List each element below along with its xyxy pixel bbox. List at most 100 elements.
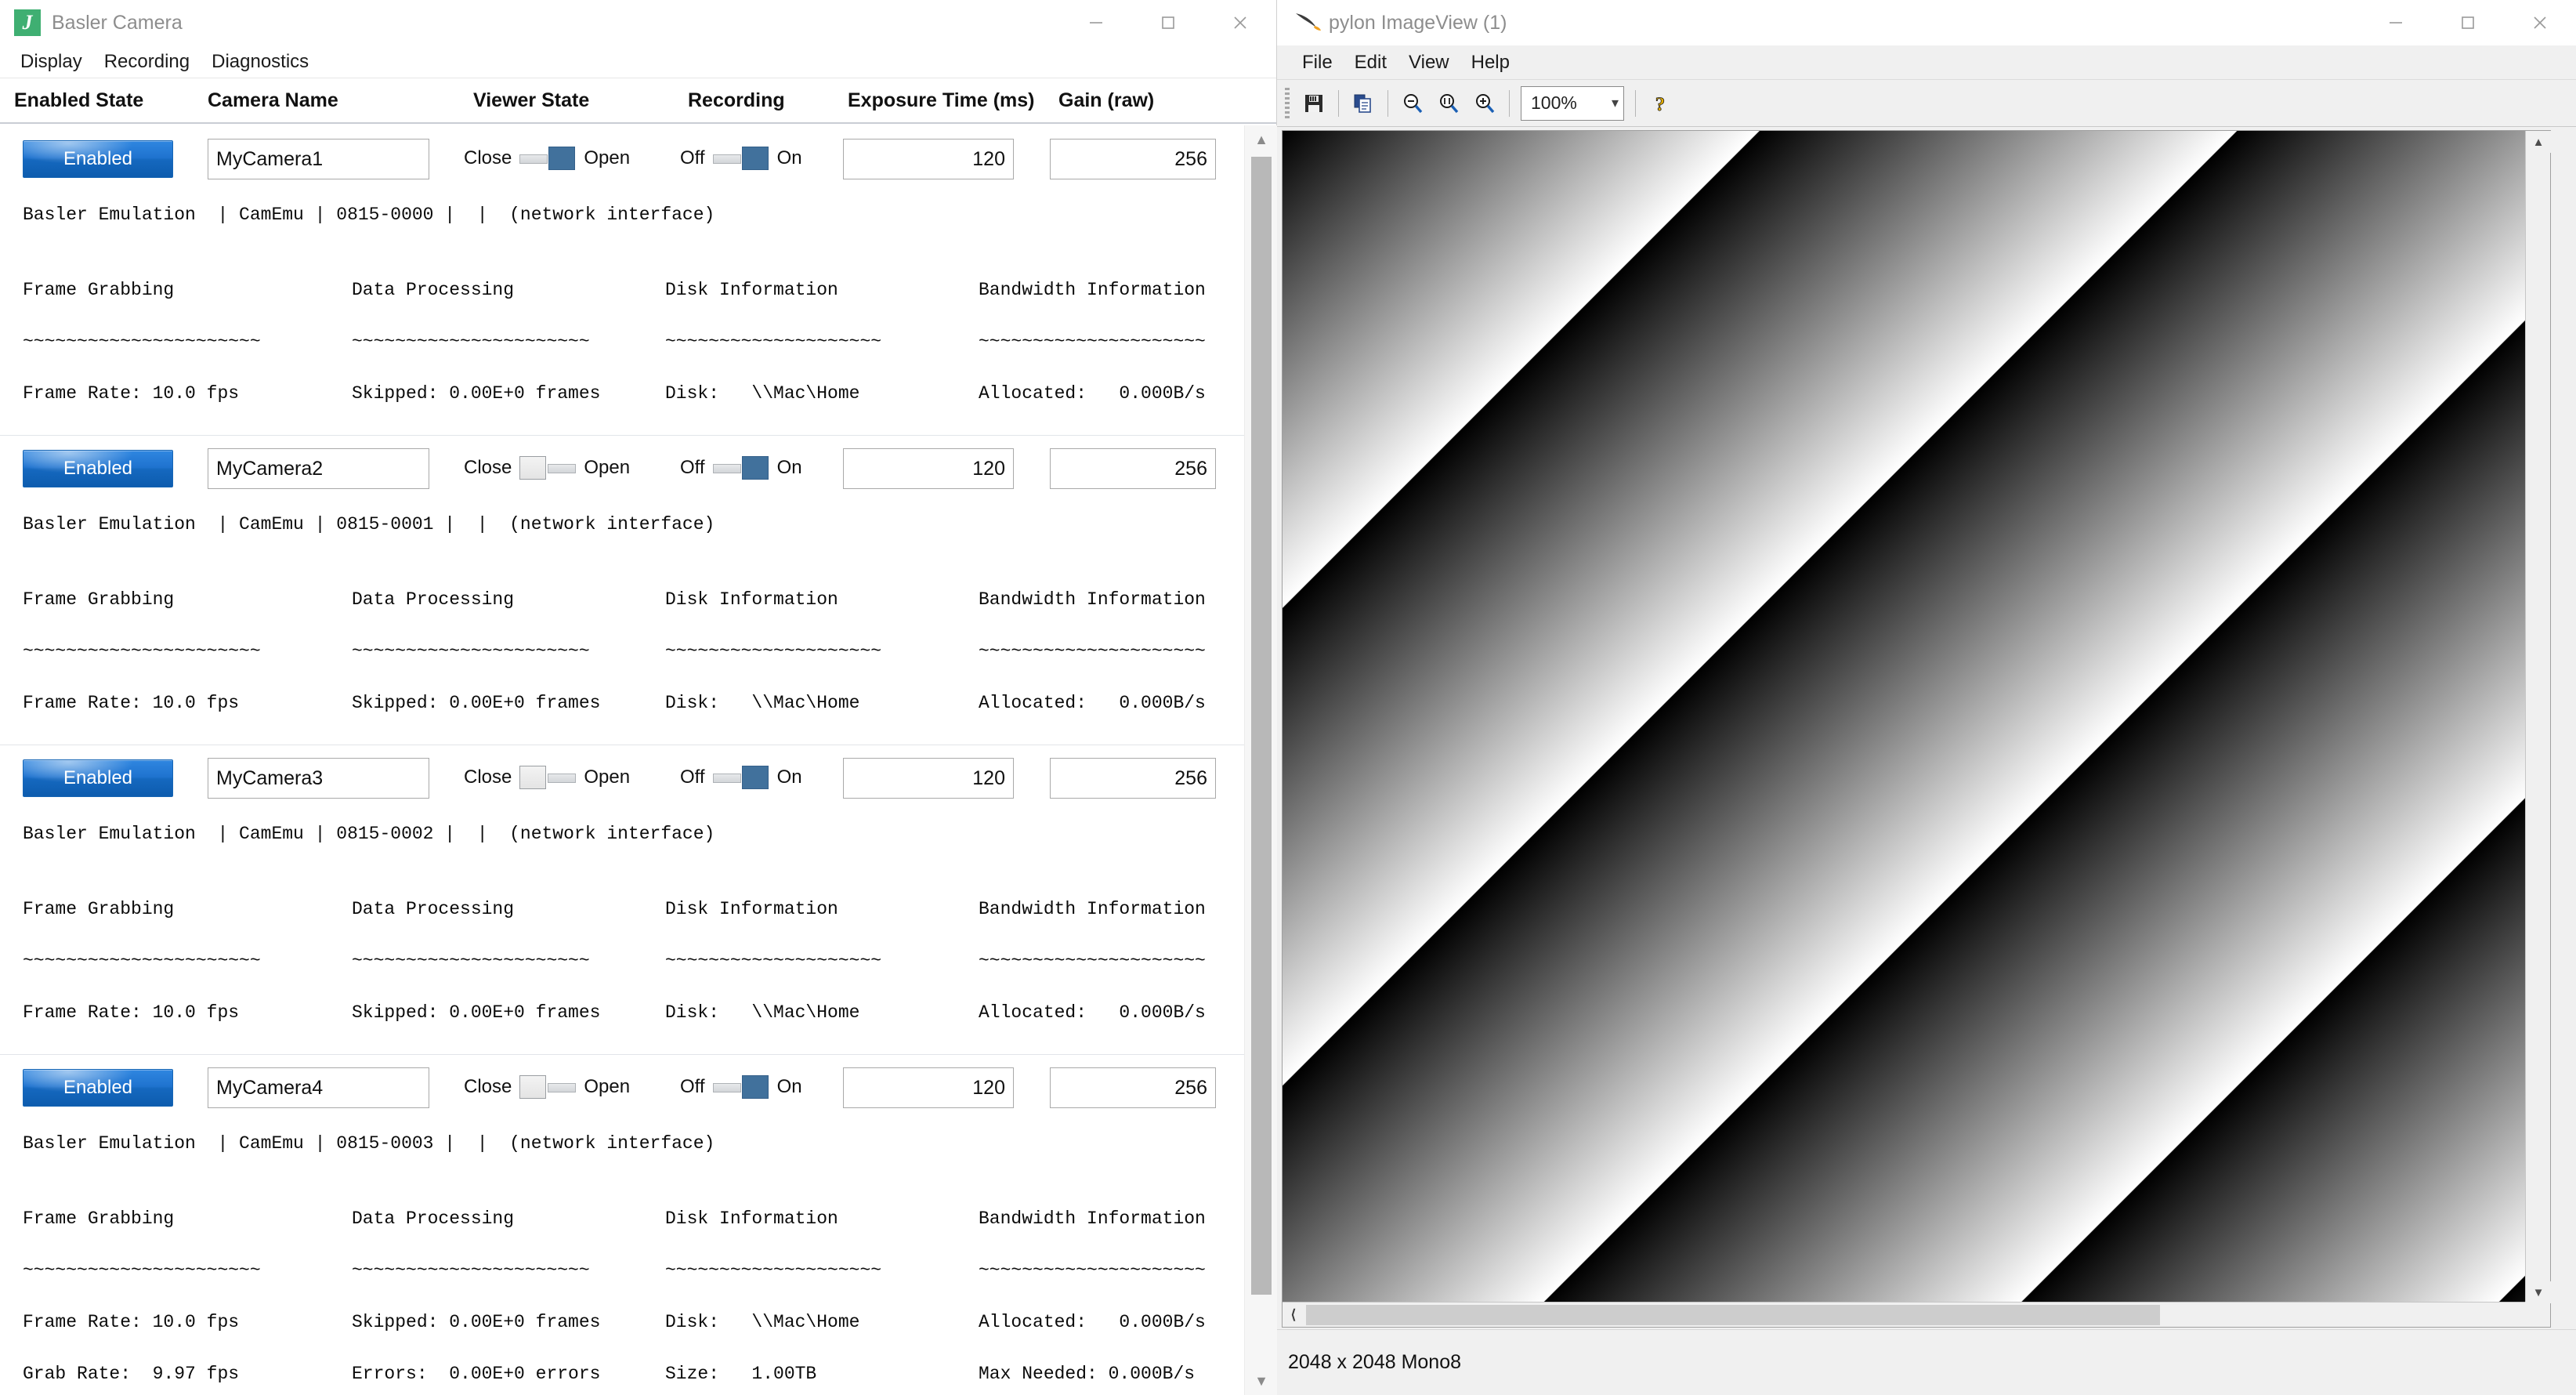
recording-toggle-switch[interactable] [713, 766, 769, 789]
camera-list-scrollbar[interactable]: ▲ ▼ [1244, 125, 1277, 1395]
viewer-state-toggle[interactable]: Close Open [464, 147, 630, 170]
copy-icon[interactable] [1345, 85, 1381, 121]
close-icon[interactable] [1204, 0, 1276, 45]
stats-header: Data Processing [352, 897, 665, 921]
recording-toggle-on-label: On [777, 457, 802, 479]
camera-image-canvas[interactable] [1283, 131, 2527, 1303]
column-header-gain-raw: Gain (raw) [1058, 89, 1154, 112]
viewer-toggle-switch[interactable] [519, 1075, 576, 1099]
viewer-toggle-switch[interactable] [519, 456, 576, 480]
menu-item-file[interactable]: File [1291, 49, 1344, 76]
viewer-state-toggle[interactable]: Close Open [464, 766, 630, 789]
chevron-down-icon[interactable]: ▼ [1245, 1367, 1278, 1395]
viewer-toggle-off-label: Close [464, 1076, 512, 1098]
menu-item-view[interactable]: View [1398, 49, 1460, 76]
menu-item-display[interactable]: Display [11, 48, 92, 76]
camera-identity-line: Basler Emulation | CamEmu | 0815-0002 | … [23, 822, 715, 846]
zoom-in-icon[interactable] [1467, 85, 1503, 121]
recording-toggle-switch[interactable] [713, 456, 769, 480]
zoom-out-icon[interactable] [1395, 85, 1431, 121]
viewer-state-toggle[interactable]: Close Open [464, 1075, 630, 1099]
recording-toggle[interactable]: Off On [680, 766, 802, 789]
image-vertical-scrollbar[interactable]: ▲ ▼ [2525, 131, 2550, 1303]
viewer-toggle-switch[interactable] [519, 766, 576, 789]
gain-raw-input[interactable] [1050, 448, 1216, 489]
stats-header: Disk Information [665, 1207, 979, 1230]
camera-row: Enabled Close Open Off On [0, 436, 1244, 745]
enabled-state-button[interactable]: Enabled [23, 140, 173, 178]
zoom-level-combobox[interactable]: 100% ▾ [1521, 86, 1624, 121]
maximize-icon[interactable] [1132, 0, 1204, 45]
pylon-menubar: File Edit View Help [1277, 45, 2576, 80]
recording-toggle[interactable]: Off On [680, 147, 802, 170]
camera-identity-line: Basler Emulation | CamEmu | 0815-0001 | … [23, 513, 715, 536]
gain-raw-input[interactable] [1050, 139, 1216, 179]
close-icon[interactable] [2504, 0, 2576, 45]
scrollbar-thumb[interactable] [1306, 1305, 2160, 1325]
viewer-state-toggle[interactable]: Close Open [464, 456, 630, 480]
scrollbar-thumb[interactable] [1251, 157, 1272, 1295]
viewer-toggle-off-label: Close [464, 457, 512, 479]
enabled-state-button[interactable]: Enabled [23, 450, 173, 487]
gain-raw-input[interactable] [1050, 758, 1216, 799]
viewer-toggle-switch[interactable] [519, 147, 576, 170]
gain-raw-input[interactable] [1050, 1067, 1216, 1108]
stats-header: Data Processing [352, 588, 665, 611]
minimize-icon[interactable] [1060, 0, 1132, 45]
basler-menubar: Display Recording Diagnostics [0, 45, 1276, 78]
stats-rule: ~~~~~~~~~~~~~~~~~~~~ [665, 949, 979, 973]
menu-item-diagnostics[interactable]: Diagnostics [202, 48, 318, 76]
menu-item-edit[interactable]: Edit [1344, 49, 1398, 76]
chevron-left-icon[interactable]: ⟨ [1283, 1303, 1304, 1328]
camera-name-input[interactable] [208, 1067, 429, 1108]
exposure-time-input[interactable] [843, 758, 1014, 799]
menu-item-help[interactable]: Help [1460, 49, 1521, 76]
recording-toggle[interactable]: Off On [680, 456, 802, 480]
exposure-time-input[interactable] [843, 1067, 1014, 1108]
recording-toggle-switch[interactable] [713, 147, 769, 170]
toolbar-grip[interactable] [1285, 88, 1290, 119]
stats-rule: ~~~~~~~~~~~~~~~~~~~~~~ [352, 330, 665, 353]
maximize-icon[interactable] [2432, 0, 2504, 45]
recording-toggle-switch[interactable] [713, 1075, 769, 1099]
save-floppy-icon[interactable] [1296, 85, 1332, 121]
stats-rule: ~~~~~~~~~~~~~~~~~~~~ [665, 1259, 979, 1282]
camera-name-input[interactable] [208, 758, 429, 799]
menu-item-recording[interactable]: Recording [95, 48, 199, 76]
recording-toggle[interactable]: Off On [680, 1075, 802, 1099]
stats-row: Allocated: 0.000B/s [979, 1310, 1229, 1334]
toolbar-separator [1338, 90, 1339, 117]
camera-name-input[interactable] [208, 448, 429, 489]
stats-rule: ~~~~~~~~~~~~~~~~~~~~~~ [23, 1259, 352, 1282]
image-horizontal-scrollbar[interactable]: ⟨ [1283, 1302, 2527, 1327]
basler-titlebar: J Basler Camera [0, 0, 1276, 45]
camera-row: Enabled Close Open Off On [0, 126, 1244, 436]
enabled-state-button[interactable]: Enabled [23, 759, 173, 797]
basler-camera-window: J Basler Camera Display Recording Diagno… [0, 0, 1277, 1395]
minimize-icon[interactable] [2360, 0, 2432, 45]
help-question-icon[interactable]: ? [1642, 85, 1678, 121]
stats-row: Allocated: 0.000B/s [979, 382, 1229, 405]
recording-toggle-on-label: On [777, 147, 802, 169]
stats-header: Bandwidth Information [979, 588, 1229, 611]
stats-row: Frame Rate: 10.0 fps [23, 691, 352, 715]
pylon-titlebar: pylon ImageView (1) [1277, 0, 2576, 45]
pylon-logo-icon [1291, 7, 1322, 38]
zoom-level-value: 100% [1531, 92, 1577, 114]
enabled-state-button[interactable]: Enabled [23, 1069, 173, 1107]
zoom-fit-icon[interactable] [1431, 85, 1467, 121]
camera-name-input[interactable] [208, 139, 429, 179]
stats-row: Disk: \\Mac\Home [665, 691, 979, 715]
chevron-down-icon[interactable]: ▾ [1612, 95, 1619, 111]
stats-header: Frame Grabbing [23, 588, 352, 611]
exposure-time-input[interactable] [843, 139, 1014, 179]
chevron-down-icon[interactable]: ▼ [2526, 1281, 2551, 1303]
stats-row: Skipped: 0.00E+0 frames [352, 691, 665, 715]
viewer-toggle-off-label: Close [464, 766, 512, 788]
exposure-time-input[interactable] [843, 448, 1014, 489]
stats-row: Frame Rate: 10.0 fps [23, 1310, 352, 1334]
column-header-enabled-state: Enabled State [14, 89, 143, 112]
chevron-up-icon[interactable]: ▲ [1245, 125, 1278, 154]
chevron-up-icon[interactable]: ▲ [2526, 131, 2551, 153]
screen-root: J Basler Camera Display Recording Diagno… [0, 0, 2576, 1395]
